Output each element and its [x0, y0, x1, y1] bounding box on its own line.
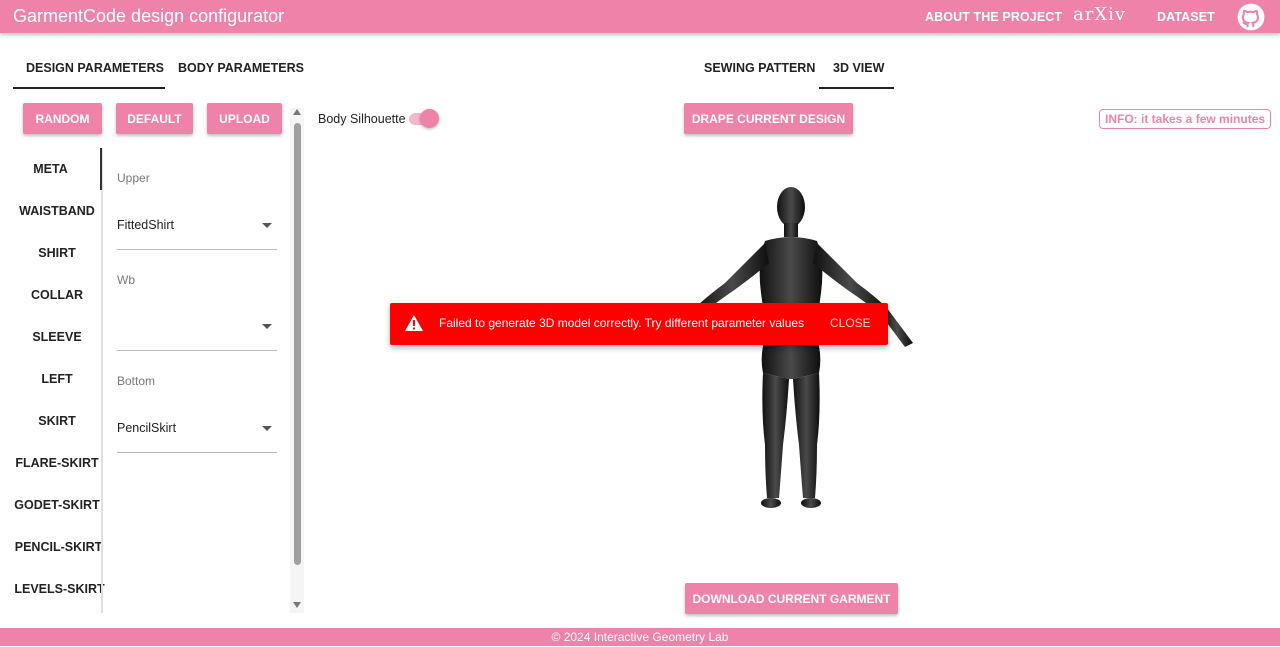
tab-design-parameters[interactable]: DESIGN PARAMETERS: [26, 61, 164, 75]
snackbar-message: Failed to generate 3D model correctly. T…: [439, 316, 805, 330]
arxiv-link[interactable]: arXiv: [1073, 4, 1126, 25]
github-icon[interactable]: [1237, 3, 1265, 31]
sidebar-item-sleeve[interactable]: SLEEVE: [0, 330, 114, 344]
dataset-link[interactable]: DATASET: [1157, 10, 1215, 24]
chevron-down-icon[interactable]: [262, 324, 272, 329]
tab-sewing-pattern[interactable]: SEWING PATTERN: [704, 61, 815, 75]
scroll-down-icon[interactable]: [293, 602, 301, 608]
chevron-down-icon[interactable]: [262, 426, 272, 431]
sidebar-divider: [101, 148, 103, 613]
wb-select-underline: [117, 350, 277, 351]
sidebar-item-pencil-skirt[interactable]: PENCIL-SKIRT: [0, 540, 117, 554]
info-chip: INFO: it takes a few minutes: [1099, 109, 1272, 129]
sidebar-item-godet-skirt[interactable]: GODET-SKIRT: [0, 498, 114, 512]
error-snackbar: Failed to generate 3D model correctly. T…: [390, 303, 888, 345]
about-project-link[interactable]: ABOUT THE PROJECT: [925, 10, 1062, 24]
sidebar-item-shirt[interactable]: SHIRT: [0, 246, 114, 260]
upper-select[interactable]: FittedShirt: [117, 218, 174, 232]
bottom-select-underline: [117, 452, 277, 453]
snackbar-close-button[interactable]: CLOSE: [830, 316, 871, 330]
body-silhouette-label: Body Silhouette: [318, 112, 406, 126]
sidebar-item-meta[interactable]: META: [0, 162, 101, 176]
app-title: GarmentCode design configurator: [13, 6, 285, 26]
sidebar-active-indicator: [100, 148, 102, 190]
scroll-up-icon[interactable]: [293, 109, 301, 115]
tab-indicator: [13, 87, 165, 89]
toggle-knob[interactable]: [420, 109, 439, 128]
bottom-label: Bottom: [117, 374, 156, 388]
sidebar-item-skirt[interactable]: SKIRT: [0, 414, 114, 428]
bottom-select[interactable]: PencilSkirt: [117, 421, 176, 435]
wb-label: Wb: [117, 273, 135, 287]
tab-indicator-3d: [819, 87, 894, 89]
tab-3d-view[interactable]: 3D VIEW: [833, 61, 884, 75]
warning-icon: [405, 315, 423, 331]
upper-select-underline: [117, 249, 277, 250]
sidebar-item-collar[interactable]: COLLAR: [0, 288, 114, 302]
scrollbar-thumb[interactable]: [294, 123, 301, 565]
tab-body-parameters[interactable]: BODY PARAMETERS: [178, 61, 304, 75]
chevron-down-icon[interactable]: [262, 223, 272, 228]
download-garment-button[interactable]: DOWNLOAD CURRENT GARMENT: [685, 583, 898, 614]
random-button[interactable]: RANDOM: [23, 103, 102, 134]
body-model-image: [689, 187, 913, 508]
upper-label: Upper: [117, 171, 150, 185]
default-button[interactable]: DEFAULT: [116, 103, 193, 134]
sidebar-item-flare-skirt[interactable]: FLARE-SKIRT: [0, 456, 114, 470]
sidebar-item-waistband[interactable]: WAISTBAND: [0, 204, 114, 218]
app-bar: GarmentCode design configurator ABOUT TH…: [0, 0, 1280, 33]
upload-button[interactable]: UPLOAD: [207, 103, 282, 134]
drape-design-button[interactable]: DRAPE CURRENT DESIGN: [684, 103, 853, 134]
sidebar-item-left[interactable]: LEFT: [0, 372, 114, 386]
footer: © 2024 Interactive Geometry Lab: [0, 628, 1280, 646]
